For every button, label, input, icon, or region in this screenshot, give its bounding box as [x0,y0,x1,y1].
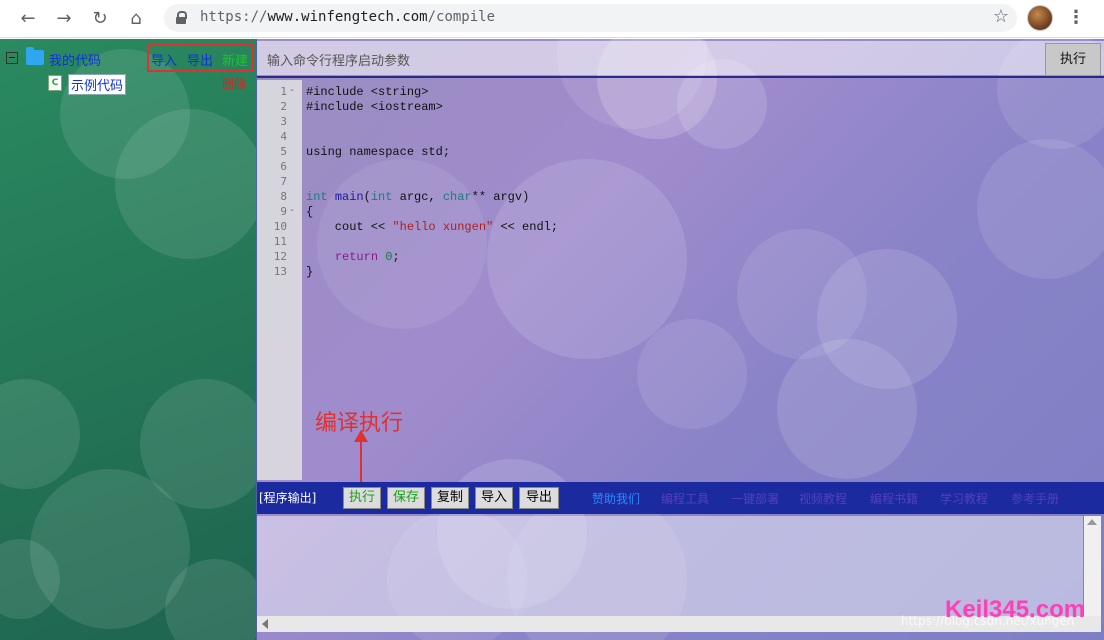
new-link[interactable]: 新建 [222,50,248,69]
url-text: https://www.winfengtech.com/compile [200,9,496,25]
save-button[interactable]: 保存 [387,487,425,509]
bookmark-star-icon[interactable]: ☆ [993,6,1009,27]
run-button[interactable]: 执行 [343,487,381,509]
vertical-scrollbar[interactable] [1084,516,1101,616]
code-line[interactable]: cout << "hello xungen" << endl; [306,220,558,234]
browser-toolbar: ← → ↻ ⌂ https://www.winfengtech.com/comp… [0,0,1104,38]
reload-icon[interactable]: ↻ [88,7,112,31]
divider [257,76,1104,78]
file-tree-panel: 我的代码 C 示例代码 导入 导出 新建 删除 [0,39,256,640]
editor-area: 输入命令行程序启动参数 执行 1 2 3 4 5 6 7 8 9 10 11 1… [256,39,1104,640]
annotation-arrow-shaft [360,437,362,483]
code-line[interactable]: return 0; [306,250,400,264]
code-line[interactable]: #include <string> [306,85,428,99]
output-label: [程序输出] [259,491,317,505]
fold-icon[interactable]: - [289,205,295,216]
address-bar[interactable]: https://www.winfengtech.com/compile ☆ [164,4,1017,32]
code-line[interactable]: } [306,265,313,279]
run-args-button[interactable]: 执行 [1045,43,1101,76]
brand-watermark: Keil345.com [945,596,1086,623]
code-line[interactable]: int main(int argc, char** argv) [306,190,529,204]
tree-file-label[interactable]: 示例代码 [68,74,127,95]
profile-avatar[interactable] [1027,5,1053,31]
delete-link[interactable]: 删除 [222,75,246,92]
code-line[interactable]: { [306,205,313,219]
collapse-toggle-icon[interactable] [6,52,18,64]
home-icon[interactable]: ⌂ [124,7,148,31]
code-line[interactable]: using namespace std; [306,145,450,159]
video-link[interactable]: 视频教程 [799,490,847,507]
tutorial-link[interactable]: 学习教程 [940,490,988,507]
args-bar: 输入命令行程序启动参数 执行 [257,41,1104,76]
menu-kebab-icon[interactable]: ⋮ [1066,6,1086,30]
folder-icon [26,47,44,65]
tree-root-label[interactable]: 我的代码 [49,50,101,69]
fold-icon[interactable]: - [289,85,295,96]
books-link[interactable]: 编程书籍 [870,490,918,507]
forward-icon[interactable]: → [52,7,76,31]
scroll-up-icon[interactable] [1087,519,1097,525]
cpp-file-icon: C [48,75,62,91]
export-button[interactable]: 导出 [519,487,559,509]
copy-button[interactable]: 复制 [431,487,469,509]
deploy-link[interactable]: 一键部署 [731,490,779,507]
tools-link[interactable]: 编程工具 [661,490,709,507]
line-gutter: 1 2 3 4 5 6 7 8 9 10 11 12 13 - - [257,80,302,480]
lock-icon [176,11,187,24]
sponsor-link[interactable]: 赞助我们 [592,490,640,507]
back-icon[interactable]: ← [16,7,40,31]
code-line[interactable]: #include <iostream> [306,100,443,114]
args-input[interactable]: 输入命令行程序启动参数 [267,50,410,69]
import-button[interactable]: 导入 [475,487,513,509]
scroll-left-icon[interactable] [262,619,268,629]
reference-link[interactable]: 参考手册 [1011,490,1059,507]
bottom-toolbar: [程序输出] 执行 保存 复制 导入 导出 赞助我们 编程工具 一键部署 视频教… [257,482,1104,514]
export-link[interactable]: 导出 [187,50,213,69]
import-link[interactable]: 导入 [151,50,177,69]
